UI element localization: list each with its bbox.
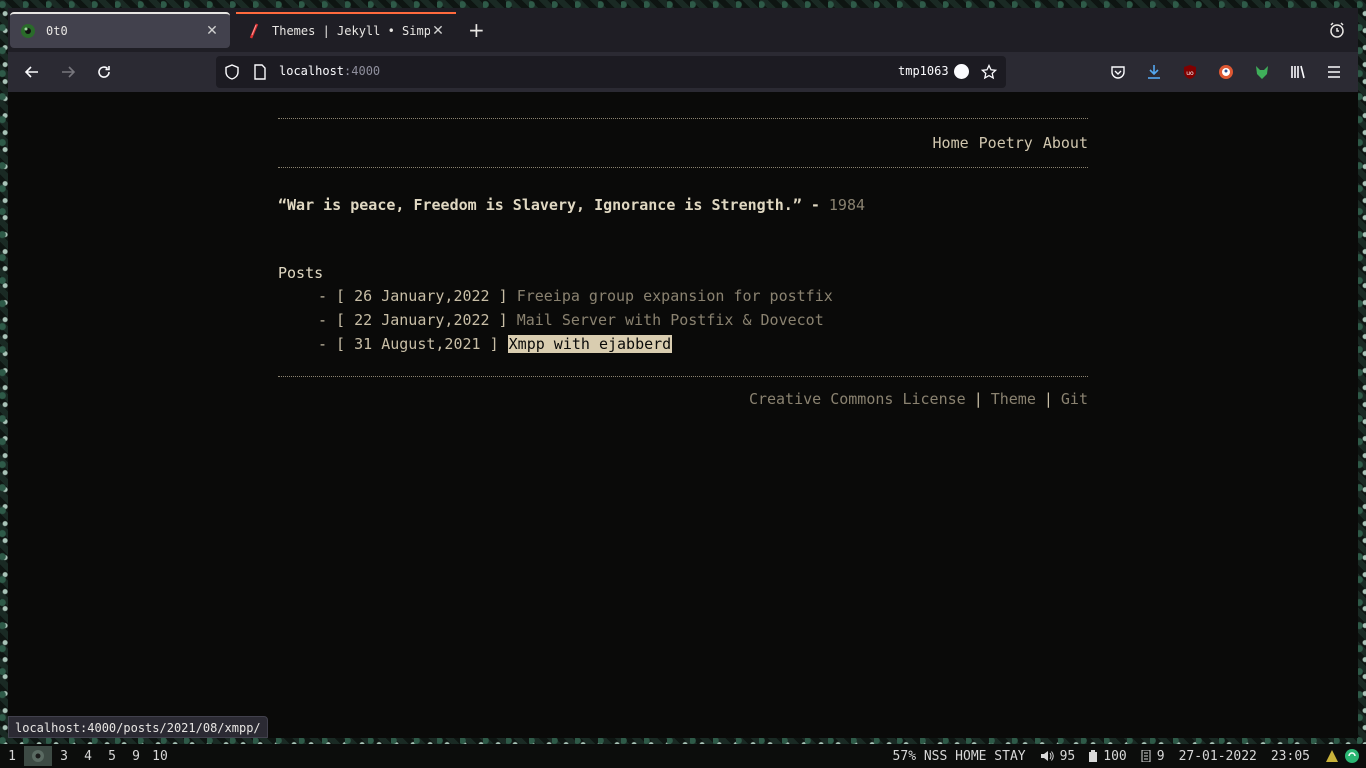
nav-toolbar: localhost:4000 tmp1063 uo bbox=[8, 52, 1358, 92]
post-item: - [ 31 August,2021 ] Xmpp with ejabberd bbox=[318, 332, 1088, 356]
mode-status: 57% NSS HOME STAY bbox=[892, 748, 1026, 764]
tab-0t0[interactable]: 0t0 ✕ bbox=[10, 12, 230, 48]
close-tab-icon[interactable]: ✕ bbox=[204, 23, 220, 39]
quote-source: 1984 bbox=[828, 196, 866, 214]
tab-bar: 0t0 ✕ Themes | Jekyll • Simple, blog-awa… bbox=[8, 8, 1358, 52]
speaker-icon bbox=[1040, 751, 1054, 761]
footer-separator: | bbox=[973, 390, 983, 408]
posts-list: - [ 26 January,2022 ] Freeipa group expa… bbox=[318, 284, 1088, 356]
back-arrow-icon[interactable] bbox=[22, 62, 42, 82]
shield-icon[interactable] bbox=[222, 62, 242, 82]
workspace-9[interactable]: 9 bbox=[124, 749, 148, 764]
pocket-icon[interactable] bbox=[1108, 62, 1128, 82]
volume-status[interactable]: 95 bbox=[1040, 748, 1076, 764]
url-port: :4000 bbox=[344, 64, 381, 78]
nav-home-link[interactable]: Home bbox=[933, 134, 969, 152]
network-icon[interactable] bbox=[1344, 748, 1360, 764]
alarm-clock-icon[interactable] bbox=[1328, 21, 1346, 39]
date-status: 27-01-2022 bbox=[1178, 748, 1257, 764]
quote-text: “War is peace, Freedom is Slavery, Ignor… bbox=[278, 196, 802, 214]
ublock-icon[interactable]: uo bbox=[1180, 62, 1200, 82]
workspace-4[interactable]: 4 bbox=[76, 749, 100, 764]
post-link[interactable]: Freeipa group expansion for postfix bbox=[517, 287, 833, 305]
tray-app-icon[interactable] bbox=[1324, 748, 1340, 764]
theme-link[interactable]: Theme bbox=[991, 390, 1036, 408]
post-date: 22 January,2022 bbox=[354, 311, 490, 329]
post-prefix: - [ bbox=[318, 287, 355, 305]
quote-dash: - bbox=[801, 196, 829, 214]
browser-window: 0t0 ✕ Themes | Jekyll • Simple, blog-awa… bbox=[8, 8, 1358, 738]
tray-icons bbox=[1324, 748, 1360, 764]
post-link-hovered[interactable]: Xmpp with ejabberd bbox=[507, 335, 673, 353]
site-footer: Creative Commons License | Theme | Git bbox=[278, 377, 1088, 421]
site-content: Home Poetry About “War is peace, Freedom… bbox=[278, 92, 1088, 421]
time-status: 23:05 bbox=[1270, 748, 1310, 764]
post-suffix: ] bbox=[489, 311, 517, 329]
fox-extension-icon[interactable] bbox=[1252, 62, 1272, 82]
memory-value: 9 bbox=[1156, 748, 1165, 764]
site-favicon-icon bbox=[20, 23, 36, 39]
battery-icon bbox=[1089, 750, 1098, 762]
wm-status-right: 57% NSS HOME STAY 95 100 9 27-01-2022 23… bbox=[893, 744, 1360, 768]
git-link[interactable]: Git bbox=[1061, 390, 1088, 408]
workspace-3[interactable]: 3 bbox=[52, 749, 76, 764]
library-icon[interactable] bbox=[1288, 62, 1308, 82]
memory-status: 9 bbox=[1141, 749, 1165, 764]
nav-poetry-link[interactable]: Poetry bbox=[979, 134, 1033, 152]
divider bbox=[278, 167, 1088, 168]
tab-title: 0t0 bbox=[46, 24, 68, 38]
footer-separator: | bbox=[1043, 390, 1053, 408]
url-text[interactable]: localhost:4000 bbox=[279, 64, 380, 78]
page-info-icon[interactable] bbox=[250, 62, 270, 82]
bookmark-star-icon[interactable] bbox=[979, 62, 999, 82]
license-link[interactable]: Creative Commons License bbox=[749, 390, 966, 408]
posts-heading: Posts bbox=[278, 264, 324, 282]
workspace-10[interactable]: 10 bbox=[148, 749, 172, 764]
menu-hamburger-icon[interactable] bbox=[1324, 62, 1344, 82]
tab-jekyll-themes[interactable]: Themes | Jekyll • Simple, blog-aware, st… bbox=[236, 12, 456, 48]
forward-arrow-icon[interactable] bbox=[58, 62, 78, 82]
battery-status: 100 bbox=[1089, 748, 1127, 764]
container-indicator-icon[interactable] bbox=[954, 64, 969, 79]
epigraph: “War is peace, Freedom is Slavery, Ignor… bbox=[278, 196, 1088, 214]
post-link[interactable]: Mail Server with Postfix & Dovecot bbox=[517, 311, 824, 329]
page-viewport: Home Poetry About “War is peace, Freedom… bbox=[8, 92, 1358, 738]
svg-text:uo: uo bbox=[1186, 70, 1194, 77]
post-date: 26 January,2022 bbox=[354, 287, 490, 305]
site-nav: Home Poetry About bbox=[278, 119, 1088, 167]
app-icon bbox=[32, 750, 44, 762]
downloads-icon[interactable] bbox=[1144, 62, 1164, 82]
link-status-url: localhost:4000/posts/2021/08/xmpp/ bbox=[8, 716, 268, 738]
container-label[interactable]: tmp1063 bbox=[898, 64, 949, 78]
url-bar[interactable]: localhost:4000 tmp1063 bbox=[216, 56, 1006, 88]
url-host: localhost bbox=[279, 64, 345, 78]
volume-value: 95 bbox=[1059, 748, 1076, 764]
post-prefix: - [ bbox=[318, 311, 355, 329]
new-tab-button[interactable]: + bbox=[468, 20, 485, 40]
post-date: 31 August,2021 bbox=[354, 335, 481, 353]
workspace-1[interactable]: 1 bbox=[0, 749, 24, 764]
battery-value: 100 bbox=[1103, 748, 1127, 764]
post-prefix: - [ bbox=[318, 335, 355, 353]
workspace-active[interactable] bbox=[24, 746, 52, 766]
post-item: - [ 26 January,2022 ] Freeipa group expa… bbox=[318, 284, 1088, 308]
reload-icon[interactable] bbox=[94, 62, 114, 82]
wm-status-bar: 1 3 4 5 9 10 57% NSS HOME STAY 95 100 9 … bbox=[0, 744, 1366, 768]
post-suffix: ] bbox=[480, 335, 508, 353]
nav-about-link[interactable]: About bbox=[1043, 134, 1088, 152]
tab-title: Themes | Jekyll • Simple, blog-aware, st… bbox=[272, 24, 430, 38]
workspace-5[interactable]: 5 bbox=[100, 749, 124, 764]
jekyll-favicon-icon bbox=[246, 23, 262, 39]
post-item: - [ 22 January,2022 ] Mail Server with P… bbox=[318, 308, 1088, 332]
memory-icon bbox=[1141, 750, 1151, 762]
post-suffix: ] bbox=[489, 287, 517, 305]
duckduckgo-icon[interactable] bbox=[1216, 62, 1236, 82]
close-tab-icon[interactable]: ✕ bbox=[430, 23, 446, 39]
